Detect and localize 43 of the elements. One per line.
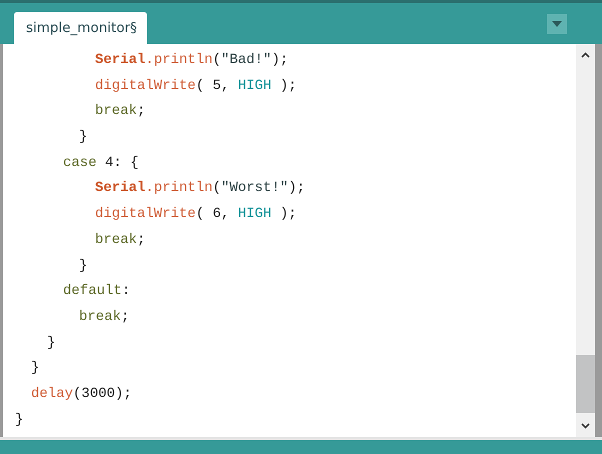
code-token: } — [15, 410, 24, 430]
code-token: ( — [212, 51, 222, 70]
code-token: Serial — [95, 51, 146, 70]
code-token: } — [31, 359, 40, 378]
scroll-up-icon[interactable] — [581, 52, 590, 58]
code-token: ; — [137, 102, 146, 122]
code-token: delay — [31, 384, 74, 404]
code-token: } — [47, 334, 56, 353]
code-token: "Bad!" — [221, 51, 272, 70]
code-token: "Worst!" — [221, 179, 288, 198]
file-tab[interactable]: simple_monitor§ — [14, 12, 147, 44]
caret-icon — [552, 21, 562, 27]
code-token: 4: { — [104, 154, 139, 173]
code-token: (3000); — [73, 384, 132, 404]
code-editor[interactable]: Serial.println("Bad!"); digitalWrite( 5, HIGH ); break; } case 4: { Serial.println("Worst!"); digitalWrite( 6, HIGH ); break; } default: break; } } delay(3000); } — [3, 44, 576, 437]
code-token: break — [95, 230, 138, 250]
code-token: ( — [212, 179, 222, 198]
code-token: ); — [278, 205, 297, 224]
code-token: digitalWrite — [95, 205, 196, 224]
code-token: .println — [145, 51, 213, 70]
code-token: Serial — [95, 179, 146, 198]
code-token: ); — [278, 76, 297, 96]
code-token: } — [79, 128, 88, 148]
code-token: ); — [271, 51, 288, 70]
code-token: ( 5, — [196, 76, 230, 96]
code-token: ); — [288, 179, 306, 198]
code-token: ; — [137, 230, 146, 250]
code-token: case — [63, 154, 97, 173]
code-token: : — [122, 282, 130, 302]
code-token: HIGH — [238, 205, 272, 224]
code-token: break — [95, 102, 138, 122]
scroll-thumb[interactable] — [576, 355, 595, 413]
code-token: .println — [145, 179, 213, 198]
code-token: default — [63, 282, 122, 302]
code-token: ; — [121, 308, 130, 327]
code-token: } — [79, 256, 88, 276]
code-token: digitalWrite — [95, 76, 196, 96]
code-token: HIGH — [238, 76, 272, 96]
code-token: ( 6, — [196, 205, 230, 224]
scrollbar[interactable] — [576, 44, 595, 437]
tab-menu-button[interactable] — [547, 14, 567, 34]
scroll-down-icon[interactable] — [581, 423, 590, 429]
code-token: break — [79, 308, 122, 327]
